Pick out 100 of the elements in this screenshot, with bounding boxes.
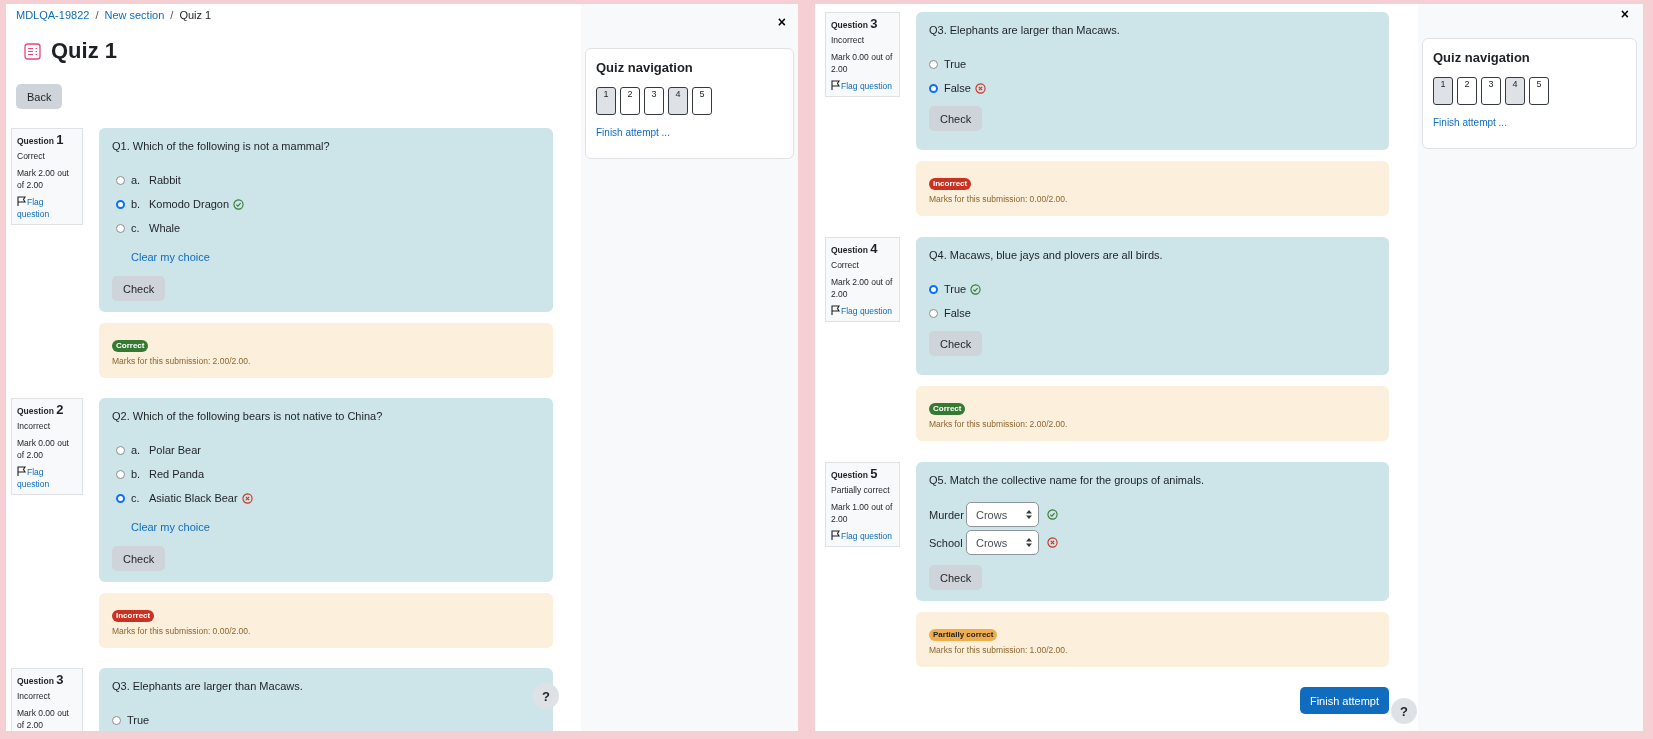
radio-button[interactable] [112,715,121,725]
check-button[interactable]: Check [112,276,166,301]
question-text: Q1. Which of the following is not a mammal? [112,139,331,154]
marks-text: Marks for this submission: 2.00/2.00. [929,419,1069,429]
option-label: Komodo Dragon [149,198,230,210]
question-nav-button[interactable]: 4 [1505,77,1525,105]
question-text: Q4. Macaws, blue jays and plovers are all birds. [929,248,1164,263]
check-button[interactable]: Check [929,565,983,590]
breadcrumb-link[interactable]: MDLQA-19822 [16,8,90,22]
question-nav-button[interactable]: 5 [692,87,712,115]
flag-question-link[interactable]: Flag question [831,530,894,542]
option-label: True [127,714,150,726]
grade-badge: Incorrect [929,178,972,190]
card-title: Quiz navigation [596,60,694,75]
finish-attempt-link[interactable]: Finish attempt ... [596,127,670,138]
check-button[interactable]: Check [929,331,983,356]
answer-dropdown[interactable]: Crows [966,530,1039,555]
close-button[interactable]: × [769,12,794,32]
option-label: False [944,307,971,319]
question-state: Correct [17,150,46,162]
flag-icon [831,305,840,315]
help-button[interactable]: ? [1391,698,1417,724]
question-number: Question 3 [831,18,879,31]
flag-question-link[interactable]: Flag question [17,466,77,490]
answer-dropdown[interactable]: Crows [966,502,1039,527]
grade-badge: Correct [929,403,966,415]
clear-choice-link[interactable]: Clear my choice [131,248,210,266]
question-text: Q5. Match the collective name for the groups of animals. [929,473,1206,488]
radio-button[interactable] [116,199,125,209]
question-mark: Mark 1.00 out of 2.00 [831,501,894,525]
marks-text: Marks for this submission: 0.00/2.00. [112,626,252,636]
sort-caret-icon [1026,510,1032,519]
question-nav-button[interactable]: 2 [620,87,640,115]
marks-text: Marks for this submission: 0.00/2.00. [929,194,1069,204]
sort-caret-icon [1026,538,1032,547]
option-letter: c. [131,222,141,234]
finish-attempt-button[interactable]: Finish attempt [1299,687,1389,714]
question-number: Question 3 [17,674,65,687]
check-button[interactable]: Check [112,546,166,571]
back-button[interactable]: Back [16,84,63,109]
question-text: Q2. Which of the following bears is not native to China? [112,409,384,424]
option-letter: b. [131,198,142,210]
flag-question-link[interactable]: Flag question [831,305,894,317]
question-mark: Mark 2.00 out of 2.00 [17,167,70,191]
option-label: Asiatic Black Bear [149,492,238,504]
radio-button[interactable] [116,175,125,185]
option-label: Red Panda [149,468,205,480]
question-state: Partially correct [831,484,891,496]
match-term: Murder [929,508,962,521]
breadcrumb-separator: / [95,8,99,22]
radio-button[interactable] [929,284,938,294]
grade-badge: Incorrect [112,610,155,622]
option-label: True [944,283,967,295]
question-nav-button[interactable]: 3 [644,87,664,115]
question-nav-button[interactable]: 3 [1481,77,1501,105]
option-letter: a. [131,444,142,456]
clear-choice-link[interactable]: Clear my choice [131,518,210,536]
card-title: Quiz navigation [1433,50,1531,65]
flag-icon [17,466,26,476]
flag-question-link[interactable]: Flag question [831,80,894,92]
question-nav-button[interactable]: 5 [1529,77,1549,105]
question-state: Incorrect [17,420,52,432]
radio-button[interactable] [929,83,938,93]
radio-button[interactable] [116,445,125,455]
radio-button[interactable] [116,469,125,479]
question-mark: Mark 0.00 out of 2.00 [17,707,70,731]
flag-icon [831,530,840,540]
breadcrumb-current: Quiz 1 [179,8,212,22]
radio-button[interactable] [929,308,938,318]
question-mark: Mark 2.00 out of 2.00 [831,276,894,300]
question-text: Q3. Elephants are larger than Macaws. [929,23,1121,38]
question-mark: Mark 0.00 out of 2.00 [831,51,894,75]
finish-attempt-link[interactable]: Finish attempt ... [1433,117,1507,128]
radio-button[interactable] [116,493,125,503]
question-nav-button[interactable]: 2 [1457,77,1477,105]
question-state: Incorrect [831,34,866,46]
question-nav-button[interactable]: 4 [668,87,688,115]
breadcrumb-link[interactable]: New section [104,8,165,22]
question-state: Incorrect [17,690,52,702]
option-label: False [944,82,971,94]
quiz-icon [24,42,41,60]
grade-badge: Correct [112,340,149,352]
option-letter: c. [131,492,141,504]
option-label: Whale [149,222,181,234]
question-number: Question 2 [17,404,65,417]
flag-icon [831,80,840,90]
question-number: Question 5 [831,468,879,481]
check-button[interactable]: Check [929,106,983,131]
radio-button[interactable] [929,59,938,69]
question-nav-button[interactable]: 1 [596,87,616,115]
question-number: Question 4 [831,243,879,256]
close-button[interactable]: × [1612,4,1637,24]
question-text: Q3. Elephants are larger than Macaws. [112,679,304,694]
flag-question-link[interactable]: Flag question [17,196,77,220]
question-nav-button[interactable]: 1 [1433,77,1453,105]
radio-button[interactable] [116,223,125,233]
option-letter: a. [131,174,142,186]
question-mark: Mark 0.00 out of 2.00 [17,437,70,461]
help-button[interactable]: ? [533,683,559,709]
option-label: Polar Bear [149,444,201,456]
